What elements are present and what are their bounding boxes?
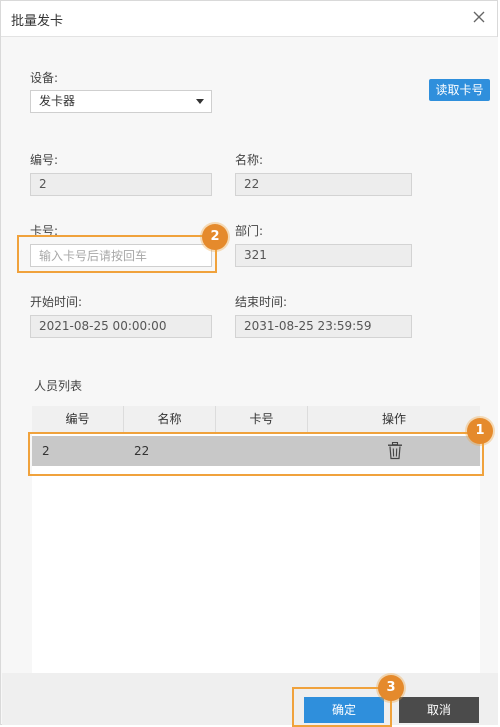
column-header-name[interactable]: 名称 (124, 406, 216, 432)
device-label: 设备: (30, 71, 59, 85)
start-time-label: 开始时间: (30, 295, 83, 309)
table-header: 编号 名称 卡号 操作 (32, 406, 480, 433)
dept-field: 321 (235, 244, 412, 267)
callout-badge-2: 2 (202, 224, 228, 250)
name-field: 22 (235, 173, 412, 196)
confirm-button[interactable]: 确定 (304, 697, 384, 723)
row-name: 22 (134, 444, 150, 458)
person-list-title: 人员列表 (34, 379, 83, 393)
row-number: 2 (42, 444, 50, 458)
device-select[interactable]: 发卡器 (30, 90, 212, 113)
column-header-number[interactable]: 编号 (32, 406, 124, 432)
dialog-title: 批量发卡 (11, 14, 64, 29)
device-select-value: 发卡器 (39, 94, 76, 108)
trash-icon[interactable] (387, 441, 403, 460)
number-label: 编号: (30, 153, 59, 167)
end-time-field: 2031-08-25 23:59:59 (235, 315, 412, 338)
dialog-titlebar: 批量发卡 (1, 1, 497, 37)
column-header-action[interactable]: 操作 (308, 406, 480, 432)
table-row[interactable]: 2 22 (32, 436, 480, 466)
card-label: 卡号: (30, 224, 59, 238)
number-field: 2 (30, 173, 212, 196)
callout-badge-1: 1 (467, 418, 493, 444)
person-list-table: 编号 名称 卡号 操作 2 22 (32, 406, 480, 674)
batch-issue-card-dialog: 批量发卡 设备: 发卡器 读取卡号 编号: 2 名称: 22 卡号: 部门: 3… (0, 0, 498, 727)
dept-label: 部门: (235, 224, 264, 238)
start-time-field: 2021-08-25 00:00:00 (30, 315, 212, 338)
name-label: 名称: (235, 153, 264, 167)
read-card-button[interactable]: 读取卡号 (429, 79, 490, 101)
end-time-label: 结束时间: (235, 295, 288, 309)
close-icon[interactable] (469, 7, 489, 27)
chevron-down-icon (196, 99, 204, 104)
cancel-button[interactable]: 取消 (399, 697, 479, 723)
dialog-body: 设备: 发卡器 读取卡号 编号: 2 名称: 22 卡号: 部门: 321 开始… (2, 37, 498, 725)
card-number-input[interactable] (30, 244, 212, 267)
callout-badge-3: 3 (378, 675, 404, 701)
column-header-card[interactable]: 卡号 (216, 406, 308, 432)
